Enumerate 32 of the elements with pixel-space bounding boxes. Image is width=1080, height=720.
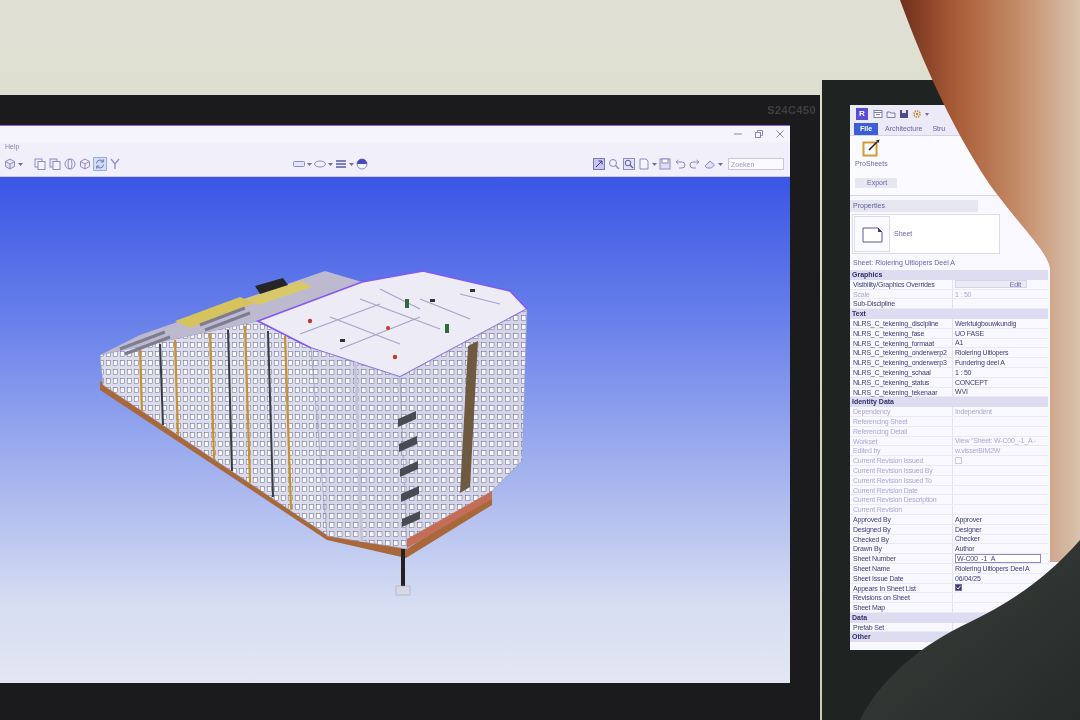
sheet-icon <box>854 216 890 252</box>
caret-icon[interactable] <box>18 162 23 166</box>
caret-icon[interactable] <box>925 112 929 116</box>
caret-icon[interactable] <box>349 162 354 166</box>
restore-icon[interactable] <box>755 130 763 138</box>
cube-icon[interactable] <box>3 157 17 171</box>
diagonal-arrow-icon[interactable] <box>592 157 606 171</box>
zoom-icon[interactable] <box>622 157 636 171</box>
caret-icon[interactable] <box>718 162 723 166</box>
minimize-icon[interactable] <box>734 130 742 138</box>
page-icon[interactable] <box>637 157 651 171</box>
save-icon[interactable] <box>899 109 909 119</box>
rotate-icon[interactable] <box>93 157 107 171</box>
checkbox[interactable] <box>955 584 962 592</box>
copy-icon[interactable] <box>48 157 62 171</box>
window-icon[interactable] <box>873 109 883 119</box>
globe-icon[interactable] <box>355 157 369 171</box>
folder-icon[interactable] <box>886 109 896 119</box>
caret-icon[interactable] <box>328 162 333 166</box>
pencil-frame-icon <box>862 139 881 157</box>
caret-icon[interactable] <box>307 162 312 166</box>
caret-icon[interactable] <box>652 162 657 166</box>
ellipse-icon[interactable] <box>313 157 327 171</box>
fork-icon[interactable] <box>108 157 122 171</box>
sphere-icon[interactable] <box>63 157 77 171</box>
copy-icon[interactable] <box>33 157 47 171</box>
lines-icon[interactable] <box>334 157 348 171</box>
close-icon[interactable] <box>776 130 784 138</box>
redo-icon[interactable] <box>688 157 702 171</box>
app-logo[interactable]: R <box>856 108 868 120</box>
cube-icon[interactable] <box>78 157 92 171</box>
undo-icon[interactable] <box>673 157 687 171</box>
